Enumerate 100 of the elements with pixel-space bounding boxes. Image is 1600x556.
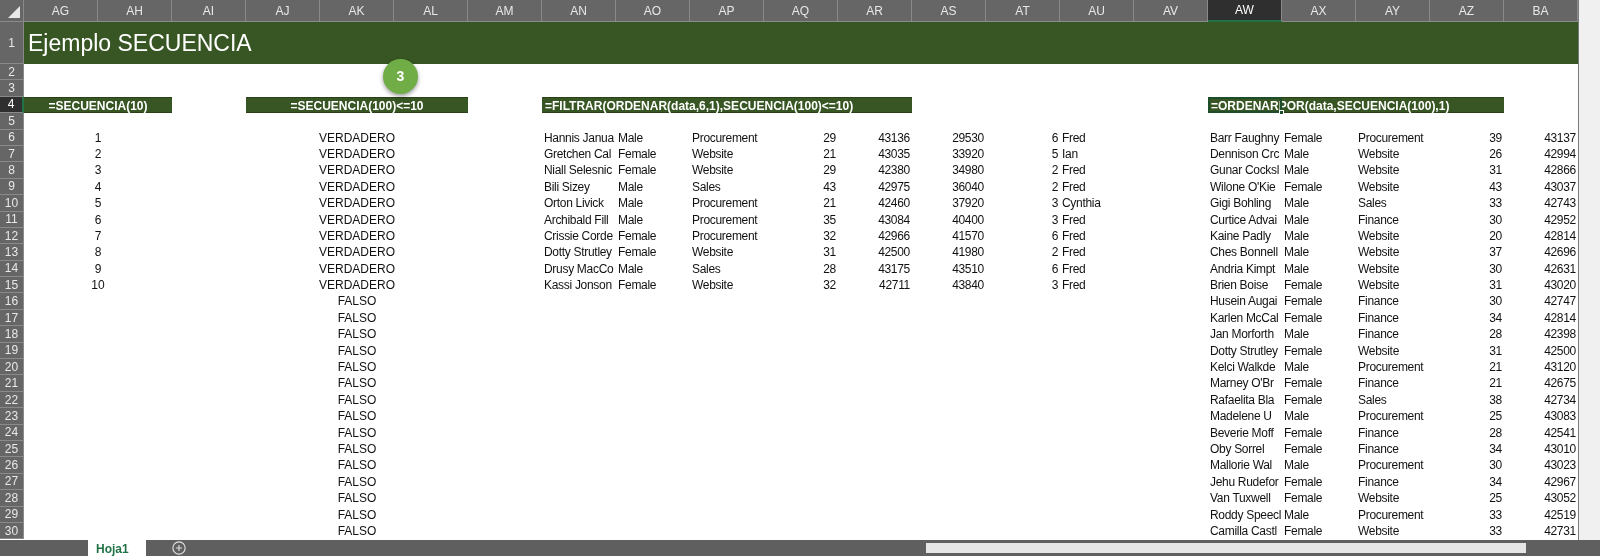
table-cell-text: 43136 — [877, 129, 911, 146]
table-cell-text: VERDADERO — [318, 277, 396, 294]
table-cell-text: Website — [1357, 277, 1401, 294]
column-header[interactable]: AU — [1060, 0, 1134, 22]
row-header[interactable]: 5 — [0, 113, 24, 130]
table-cell-text: 9 — [93, 260, 103, 278]
table-cell-text: 25 — [1488, 408, 1503, 425]
vertical-scrollbar[interactable] — [1578, 0, 1600, 540]
table-cell-text: 43840 — [951, 277, 985, 294]
column-header[interactable]: AV — [1134, 0, 1208, 22]
table-cell-text: Website — [1357, 145, 1401, 163]
row-header[interactable]: 1 — [0, 22, 24, 64]
table-cell-text: Sales — [1357, 195, 1388, 212]
table-cell-text: 2 — [93, 145, 103, 163]
table-cell-text: Oby Sorrel — [1209, 441, 1266, 458]
row-header[interactable]: 21 — [0, 375, 24, 392]
table-cell-text: Crissie Corde — [543, 227, 614, 245]
column-header[interactable]: AH — [98, 0, 172, 22]
table-cell-text: 42952 — [1543, 211, 1577, 228]
title-banner: Ejemplo SECUENCIA — [24, 22, 1578, 64]
table-cell-text: 21 — [1488, 375, 1503, 392]
sheet-tab[interactable]: Hoja1 — [88, 540, 146, 556]
table-cell-text: VERDADERO — [318, 195, 396, 212]
table-cell-text: 21 — [822, 145, 837, 163]
table-cell-text: 6 — [1050, 227, 1059, 245]
table-cell-text: 3 — [1050, 211, 1059, 228]
column-header[interactable]: AY — [1356, 0, 1430, 22]
column-header[interactable]: AT — [986, 0, 1060, 22]
row-header[interactable]: 20 — [0, 359, 24, 376]
table-cell-text: 2 — [1050, 162, 1059, 179]
table-cell-text: Mallorie Wal — [1209, 457, 1273, 474]
table-cell-text: 30 — [1488, 293, 1503, 310]
table-cell-text: 25 — [1488, 490, 1503, 507]
column-header[interactable]: AS — [912, 0, 986, 22]
table-cell-text: Procurement — [1357, 359, 1425, 376]
table-cell-text: 10 — [90, 277, 106, 294]
column-header[interactable]: AQ — [764, 0, 838, 22]
table-cell-text: 43 — [822, 178, 837, 196]
table-cell-text: 42675 — [1543, 375, 1577, 392]
column-header[interactable]: BA — [1504, 0, 1578, 22]
table-cell-text: 42380 — [877, 162, 911, 179]
row-header[interactable]: 16 — [0, 293, 24, 310]
table-cell-text: FALSO — [336, 375, 378, 392]
row-header[interactable]: 15 — [0, 277, 24, 294]
table-cell-text: 31 — [1488, 277, 1503, 294]
column-header[interactable]: AK — [320, 0, 394, 22]
table-cell-text: Bili Sizey — [543, 178, 591, 196]
table-cell-text: Finance — [1357, 441, 1400, 458]
table-cell-text: Website — [1357, 227, 1401, 245]
table-cell-text: Finance — [1357, 293, 1400, 310]
column-header[interactable]: AI — [172, 0, 246, 22]
table-cell-text: 42866 — [1543, 162, 1577, 179]
table-cell-text: Procurement — [1357, 129, 1425, 146]
row-header[interactable]: 3 — [0, 80, 24, 97]
column-header[interactable]: AX — [1282, 0, 1356, 22]
row-header[interactable]: 10 — [0, 195, 24, 212]
table-cell-text: Female — [617, 244, 658, 261]
table-cell-text: FALSO — [336, 457, 378, 474]
row-header[interactable]: 18 — [0, 326, 24, 343]
row-header[interactable]: 26 — [0, 457, 24, 474]
row-header[interactable]: 2 — [0, 64, 24, 81]
row-header[interactable]: 8 — [0, 162, 24, 179]
column-header[interactable]: AG — [24, 0, 98, 22]
table-cell-text: Website — [691, 145, 735, 163]
table-cell-text: Dotty Strutley — [1209, 342, 1279, 360]
horizontal-scrollbar[interactable] — [926, 543, 1526, 553]
add-sheet-icon[interactable] — [172, 541, 186, 555]
column-header[interactable]: AN — [542, 0, 616, 22]
column-header[interactable]: AR — [838, 0, 912, 22]
row-header[interactable]: 23 — [0, 408, 24, 425]
select-all-icon[interactable] — [7, 5, 21, 19]
table-cell-text: 43083 — [1543, 408, 1577, 425]
column-header[interactable]: AO — [616, 0, 690, 22]
table-cell-text: Kelci Walkde — [1209, 359, 1277, 376]
table-cell-text: Husein Augai — [1209, 293, 1279, 310]
table-cell-text: 43137 — [1543, 129, 1577, 146]
table-cell-text: Fred — [1061, 227, 1087, 245]
table-cell-text: 42460 — [877, 195, 911, 212]
row-header[interactable]: 28 — [0, 490, 24, 507]
table-cell-text: VERDADERO — [318, 178, 396, 196]
table-cell-text: Hannis Janua — [543, 129, 615, 146]
table-cell-text: Gigi Bohling — [1209, 195, 1273, 212]
table-cell-text: Male — [1283, 211, 1310, 228]
row-header[interactable]: 13 — [0, 244, 24, 261]
column-header[interactable]: AM — [468, 0, 542, 22]
column-header[interactable]: AJ — [246, 0, 320, 22]
table-cell-text: Male — [1283, 457, 1310, 474]
table-cell-text: FALSO — [336, 506, 378, 523]
table-cell-text: 4 — [93, 178, 103, 196]
column-header[interactable]: AL — [394, 0, 468, 22]
table-cell-text: Female — [1283, 342, 1324, 360]
column-header[interactable]: AZ — [1430, 0, 1504, 22]
table-cell-text: 31 — [1488, 342, 1503, 360]
table-cell-text: 41570 — [951, 227, 985, 245]
table-cell-text: 3 — [1050, 277, 1059, 294]
column-header[interactable]: AP — [690, 0, 764, 22]
table-cell-text: Procurement — [1357, 506, 1425, 523]
column-header[interactable]: AW — [1208, 0, 1282, 22]
table-cell-text: 28 — [822, 260, 837, 278]
table-cell-text: FALSO — [336, 424, 378, 441]
